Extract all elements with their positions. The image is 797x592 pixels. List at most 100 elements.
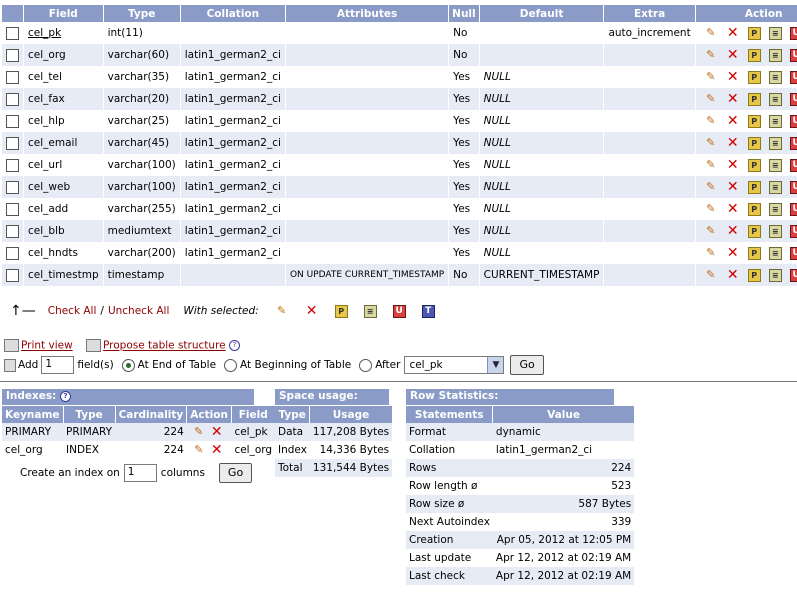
row-checkbox[interactable] — [6, 26, 19, 40]
primary-icon[interactable]: P — [747, 202, 761, 216]
pencil-icon[interactable]: ✎ — [704, 268, 718, 282]
row-checkbox[interactable] — [6, 246, 19, 260]
create-index-go-button[interactable]: Go — [218, 463, 253, 483]
check-all-link[interactable]: Check All — [48, 305, 97, 317]
index-icon[interactable]: ≡ — [768, 158, 782, 172]
drop-icon[interactable]: ✕ — [210, 443, 224, 457]
unique-icon[interactable]: U — [789, 246, 797, 260]
primary-icon[interactable]: P — [747, 114, 761, 128]
primary-icon[interactable]: P — [747, 136, 761, 150]
pencil-icon[interactable]: ✎ — [704, 70, 718, 84]
drop-icon[interactable]: ✕ — [726, 246, 740, 260]
pencil-icon[interactable]: ✎ — [275, 304, 289, 318]
primary-icon[interactable]: P — [747, 224, 761, 238]
at-beginning-radio[interactable] — [224, 358, 238, 372]
index-icon[interactable]: ≡ — [768, 202, 782, 216]
unique-icon[interactable]: U — [789, 48, 797, 62]
drop-icon[interactable]: ✕ — [726, 48, 740, 62]
drop-icon[interactable]: ✕ — [305, 304, 319, 318]
index-icon[interactable]: ≡ — [768, 48, 782, 62]
drop-icon[interactable]: ✕ — [210, 425, 224, 439]
unique-icon[interactable]: U — [789, 70, 797, 84]
drop-icon[interactable]: ✕ — [726, 70, 740, 84]
unique-icon[interactable]: U — [789, 114, 797, 128]
primary-icon[interactable]: P — [747, 26, 761, 40]
drop-icon[interactable]: ✕ — [726, 136, 740, 150]
index-icon[interactable]: ≡ — [768, 136, 782, 150]
primary-icon[interactable]: P — [747, 48, 761, 62]
drop-icon[interactable]: ✕ — [726, 180, 740, 194]
drop-icon[interactable]: ✕ — [726, 92, 740, 106]
row-checkbox[interactable] — [6, 268, 19, 282]
primary-icon[interactable]: P — [747, 268, 761, 282]
unique-icon[interactable]: U — [789, 158, 797, 172]
unique-icon[interactable]: U — [789, 268, 797, 282]
pencil-icon[interactable]: ✎ — [192, 443, 206, 457]
row-checkbox[interactable] — [6, 224, 19, 238]
after-field-select[interactable]: cel_pk ▼ — [404, 356, 505, 374]
drop-icon[interactable]: ✕ — [726, 114, 740, 128]
header-field[interactable]: Field — [23, 5, 104, 22]
primary-icon[interactable]: P — [747, 158, 761, 172]
unique-icon[interactable]: U — [789, 224, 797, 238]
add-field-go-button[interactable]: Go — [510, 355, 544, 375]
pencil-icon[interactable]: ✎ — [704, 114, 718, 128]
index-icon[interactable]: ≡ — [768, 268, 782, 282]
row-checkbox[interactable] — [6, 48, 19, 62]
row-checkbox[interactable] — [6, 158, 19, 172]
pencil-icon[interactable]: ✎ — [704, 48, 718, 62]
primary-icon[interactable]: P — [747, 70, 761, 84]
row-checkbox[interactable] — [6, 202, 19, 216]
pencil-icon[interactable]: ✎ — [704, 136, 718, 150]
unique-icon[interactable]: U — [789, 202, 797, 216]
propose-structure-link[interactable]: Propose table structure — [103, 340, 226, 352]
unique-icon[interactable]: U — [392, 304, 406, 318]
drop-icon[interactable]: ✕ — [726, 26, 740, 40]
primary-icon[interactable]: P — [334, 304, 348, 318]
index-icon[interactable]: ≡ — [768, 180, 782, 194]
pencil-icon[interactable]: ✎ — [704, 202, 718, 216]
unique-icon[interactable]: U — [789, 136, 797, 150]
field-name-cell: cel_web — [23, 176, 104, 198]
print-view-link[interactable]: Print view — [21, 340, 73, 352]
row-checkbox[interactable] — [6, 136, 19, 150]
primary-icon[interactable]: P — [747, 246, 761, 260]
help-icon[interactable]: ? — [228, 340, 240, 351]
pencil-icon[interactable]: ✎ — [704, 158, 718, 172]
index-column-count-input[interactable]: 1 — [123, 464, 157, 482]
pencil-icon[interactable]: ✎ — [192, 425, 206, 439]
primary-icon[interactable]: P — [747, 92, 761, 106]
index-icon[interactable]: ≡ — [768, 224, 782, 238]
pencil-icon[interactable]: ✎ — [704, 246, 718, 260]
at-end-radio[interactable] — [121, 358, 135, 372]
unique-icon[interactable]: U — [789, 26, 797, 40]
type-cell: varchar(100) — [103, 154, 181, 176]
field-count-input[interactable]: 1 — [41, 356, 75, 374]
primary-icon[interactable]: P — [747, 180, 761, 194]
unique-icon[interactable]: U — [789, 180, 797, 194]
pencil-icon[interactable]: ✎ — [704, 180, 718, 194]
index-icon[interactable]: ≡ — [768, 246, 782, 260]
pencil-icon[interactable]: ✎ — [704, 92, 718, 106]
row-checkbox[interactable] — [6, 70, 19, 84]
pencil-icon[interactable]: ✎ — [704, 224, 718, 238]
help-icon[interactable]: ? — [60, 390, 72, 402]
row-checkbox[interactable] — [6, 180, 19, 194]
after-radio[interactable] — [359, 358, 373, 372]
rowstat-statement: Next Autoindex — [406, 513, 493, 531]
index-icon[interactable]: ≡ — [768, 70, 782, 84]
index-icon[interactable]: ≡ — [768, 114, 782, 128]
drop-icon[interactable]: ✕ — [726, 158, 740, 172]
drop-icon[interactable]: ✕ — [726, 268, 740, 282]
pencil-icon[interactable]: ✎ — [704, 26, 718, 40]
unique-icon[interactable]: U — [789, 92, 797, 106]
index-icon[interactable]: ≡ — [768, 92, 782, 106]
index-icon[interactable]: ≡ — [363, 304, 377, 318]
uncheck-all-link[interactable]: Uncheck All — [108, 305, 169, 317]
index-icon[interactable]: ≡ — [768, 26, 782, 40]
fulltext-icon[interactable]: T — [421, 304, 435, 318]
drop-icon[interactable]: ✕ — [726, 224, 740, 238]
row-checkbox[interactable] — [6, 92, 19, 106]
row-checkbox[interactable] — [6, 114, 19, 128]
drop-icon[interactable]: ✕ — [726, 202, 740, 216]
